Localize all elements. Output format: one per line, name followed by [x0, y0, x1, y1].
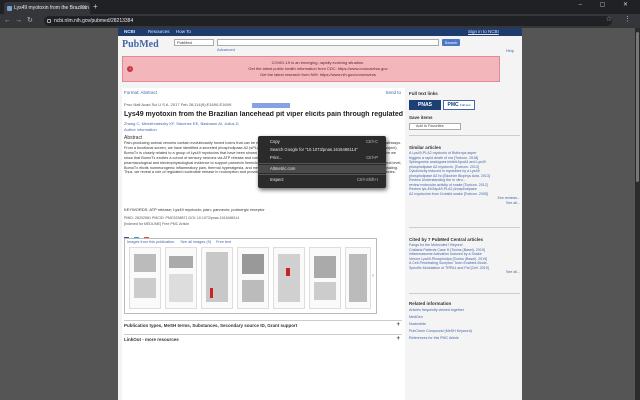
pmc-link-button[interactable]: PMC Full text — [443, 100, 475, 110]
web-page: NCBI Resources How To Sign in to NCBI Pu… — [0, 28, 640, 400]
cited-by-heading: Cited by 7 PubMed Central articles — [409, 237, 484, 242]
pnas-link-button[interactable]: PNAS — [409, 100, 441, 110]
keywords: KEYWORDS: ATP release; Lys49 myotoxin; p… — [124, 207, 265, 212]
related-link[interactable]: Articles frequently viewed together — [409, 307, 520, 314]
expand-icon[interactable]: + — [396, 321, 400, 330]
related-link[interactable]: PubChem Compound (MeSH Keyword) — [409, 328, 520, 335]
covid-alert-banner: ! COVID-19 is an emerging, rapidly evolv… — [122, 56, 500, 82]
scrollbar-thumb[interactable] — [636, 32, 639, 182]
sign-in-link[interactable]: Sign in to NCBI — [468, 28, 499, 36]
selected-doi-highlight — [252, 103, 290, 108]
pubmed-logo[interactable]: PubMed — [122, 39, 159, 50]
browser-toolbar: ← → ↻ ncbi.nlm.nih.gov/pubmed/28213384 ☆… — [0, 14, 640, 28]
resources-menu[interactable]: Resources — [148, 28, 170, 36]
figure-thumbnail[interactable] — [165, 247, 197, 309]
back-icon[interactable]: ← — [4, 15, 11, 27]
database-select[interactable]: PubMed — [174, 39, 214, 46]
ncbi-top-bar: NCBI Resources How To Sign in to NCBI — [118, 28, 522, 36]
related-link[interactable]: Nucleotide — [409, 321, 520, 328]
figure-thumbnail[interactable] — [345, 247, 371, 309]
menu-separator — [258, 174, 386, 175]
window-controls[interactable]: – ▢ ✕ — [579, 1, 636, 8]
see-all-images-link[interactable]: See all images (9) — [180, 240, 211, 244]
format-selector[interactable]: Format: Abstract — [124, 90, 157, 95]
context-altmetric[interactable]: Altmetric.com — [258, 165, 386, 173]
ncbi-logo[interactable]: NCBI — [124, 28, 135, 36]
related-link[interactable]: References for this PMC Article — [409, 335, 520, 342]
figure-thumbnail[interactable] — [201, 247, 233, 309]
related-information: Related information Articles frequently … — [409, 300, 520, 352]
figures-heading: Images from this publication. — [127, 240, 176, 244]
similar-articles: Similar articles A Lys49-PLA2 myotoxin o… — [409, 144, 520, 228]
cited-by-box: Cited by 7 PubMed Central articles Fangs… — [409, 236, 520, 294]
expand-icon[interactable]: + — [396, 335, 400, 344]
figures-carousel: Images from this publication. See all im… — [124, 238, 377, 314]
url-text: ncbi.nlm.nih.gov/pubmed/28213384 — [54, 18, 134, 24]
see-all-similar-link[interactable]: See all... — [409, 201, 520, 206]
how-to-menu[interactable]: How To — [176, 28, 191, 36]
page-scrollbar[interactable] — [635, 28, 640, 400]
forward-icon[interactable]: → — [15, 15, 22, 27]
similar-articles-heading: Similar articles — [409, 145, 442, 150]
figure-thumbnail[interactable] — [273, 247, 305, 309]
figure-thumbnail[interactable] — [129, 247, 161, 309]
section-publication-types[interactable]: Publication types, MeSH terms, Substance… — [124, 320, 402, 329]
reload-icon[interactable]: ↻ — [27, 15, 33, 27]
advanced-link[interactable]: Advanced — [217, 47, 235, 52]
menu-separator — [258, 163, 386, 164]
section-linkout[interactable]: LinkOut - more resources + — [124, 334, 402, 343]
lock-icon — [47, 19, 51, 23]
add-to-favorites-button[interactable]: Add to Favorites — [409, 123, 461, 130]
free-pmc-article[interactable]: [Indexed for MEDLINE] Free PMC Article — [124, 222, 189, 226]
tab-title: Lys49 myotoxin from the Brazilian — [14, 5, 89, 11]
context-copy[interactable]: Copy Ctrl+C — [258, 138, 386, 146]
context-search-google[interactable]: Search Google for "10.1073/pnas.16164861… — [258, 146, 386, 154]
author-information-toggle[interactable]: Author information — [124, 127, 157, 132]
alert-line-3[interactable]: Get the latest research from NIH: https:… — [183, 72, 453, 78]
browser-tab[interactable]: Lys49 myotoxin from the Brazilian ✕ — [4, 2, 90, 14]
browser-tab-strip: Lys49 myotoxin from the Brazilian ✕ + – … — [0, 0, 640, 14]
free-text-link[interactable]: Free text — [216, 240, 231, 244]
context-print[interactable]: Print... Ctrl+P — [258, 154, 386, 162]
alert-icon: ! — [127, 66, 133, 72]
search-input[interactable] — [217, 39, 439, 46]
address-bar[interactable]: ncbi.nlm.nih.gov/pubmed/28213384 — [44, 16, 612, 26]
close-tab-icon[interactable]: ✕ — [82, 2, 87, 14]
full-text-links-heading: Full text links — [409, 91, 438, 96]
browser-menu-icon[interactable]: ☆ ⋮ — [606, 15, 636, 23]
figure-thumbnail[interactable] — [237, 247, 269, 309]
related-link[interactable]: MedGen — [409, 314, 520, 321]
new-tab-button[interactable]: + — [93, 2, 98, 12]
context-inspect[interactable]: Inspect Ctrl+Shift+I — [258, 176, 386, 184]
article-main: Format: Abstract Send to Proc Natl Acad … — [122, 88, 405, 400]
help-link[interactable]: Help — [506, 48, 514, 53]
right-sidebar: Full text links PNAS PMC Full text Save … — [409, 88, 520, 400]
see-all-cited-link[interactable]: See all... — [409, 270, 520, 275]
article-title: Lys49 myotoxin from the Brazilian lanceh… — [124, 111, 403, 118]
carousel-next-icon[interactable]: › — [372, 273, 374, 279]
ncbi-favicon-icon — [7, 6, 12, 11]
send-to-menu[interactable]: Send to — [385, 90, 401, 95]
author-list[interactable]: Zhang C, Medzihradszky KF, Sánchez EE, B… — [124, 121, 240, 126]
save-items-box: Save items Add to Favorites — [409, 114, 520, 136]
figure-thumbnail[interactable] — [309, 247, 341, 309]
search-button[interactable]: Search — [442, 39, 460, 46]
related-info-heading: Related information — [409, 301, 452, 306]
context-menu: Copy Ctrl+C Search Google for "10.1073/pn… — [258, 136, 386, 188]
article-identifiers[interactable]: PMID: 28202581 PMCID: PMC5338871 DOI: 10… — [124, 216, 239, 220]
save-items-heading: Save items — [409, 115, 433, 120]
page-content: PubMed PubMed Search Advanced Help ! COV… — [118, 36, 522, 400]
